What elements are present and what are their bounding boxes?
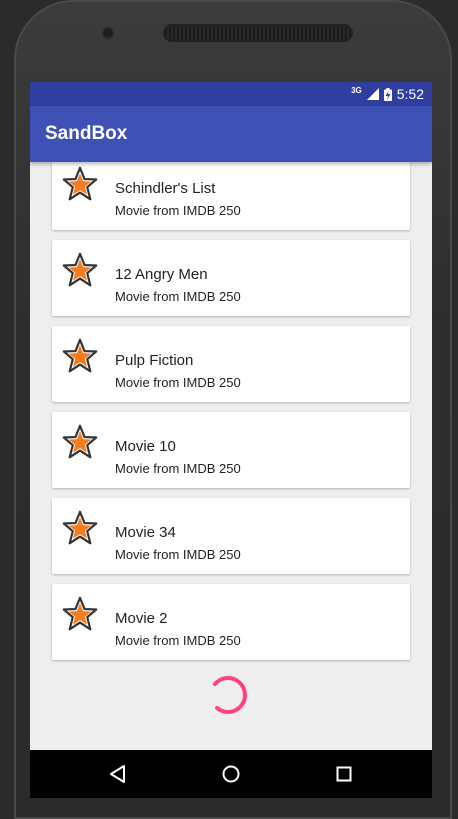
battery-icon bbox=[383, 87, 392, 101]
signal-icon bbox=[366, 88, 379, 100]
status-time: 5:52 bbox=[396, 86, 424, 102]
movie-title: Movie 10 bbox=[115, 438, 176, 455]
star-icon bbox=[62, 596, 98, 631]
list-item[interactable]: 12 Angry Men Movie from IMDB 250 bbox=[52, 240, 410, 316]
movie-title: Movie 34 bbox=[115, 524, 176, 541]
movie-list[interactable]: Schindler's List Movie from IMDB 250 12 … bbox=[30, 154, 432, 750]
movie-title: 12 Angry Men bbox=[115, 266, 208, 283]
status-icons: 3G 5:52 bbox=[351, 85, 424, 103]
navigation-bar bbox=[30, 750, 432, 798]
movie-title: Pulp Fiction bbox=[115, 352, 194, 369]
home-icon[interactable] bbox=[220, 763, 242, 785]
back-icon[interactable] bbox=[107, 763, 129, 785]
status-bar: 3G 5:52 bbox=[30, 82, 432, 106]
list-item[interactable]: Movie 10 Movie from IMDB 250 bbox=[52, 412, 410, 488]
movie-subtitle: Movie from IMDB 250 bbox=[115, 289, 241, 304]
list-item[interactable]: Movie 34 Movie from IMDB 250 bbox=[52, 498, 410, 574]
movie-subtitle: Movie from IMDB 250 bbox=[115, 375, 241, 390]
app-bar: SandBox bbox=[30, 106, 432, 162]
app-title: SandBox bbox=[45, 123, 128, 144]
movie-title: Schindler's List bbox=[115, 180, 216, 197]
star-icon bbox=[62, 424, 98, 459]
star-icon bbox=[62, 252, 98, 287]
movie-title: Movie 2 bbox=[115, 610, 168, 627]
list-item[interactable]: Movie 2 Movie from IMDB 250 bbox=[52, 584, 410, 660]
screen: 3G 5:52 SandBox Schindler's List Movie f… bbox=[30, 82, 432, 798]
movie-subtitle: Movie from IMDB 250 bbox=[115, 633, 241, 648]
recents-icon[interactable] bbox=[333, 763, 355, 785]
front-camera bbox=[103, 28, 113, 38]
movie-subtitle: Movie from IMDB 250 bbox=[115, 547, 241, 562]
network-type-label: 3G bbox=[351, 85, 362, 95]
list-item[interactable]: Pulp Fiction Movie from IMDB 250 bbox=[52, 326, 410, 402]
movie-subtitle: Movie from IMDB 250 bbox=[115, 203, 241, 218]
star-icon bbox=[62, 510, 98, 545]
earpiece-speaker bbox=[165, 26, 351, 40]
list-item[interactable]: Schindler's List Movie from IMDB 250 bbox=[52, 154, 410, 230]
star-icon bbox=[62, 166, 98, 201]
movie-subtitle: Movie from IMDB 250 bbox=[115, 461, 241, 476]
star-icon bbox=[62, 338, 98, 373]
spinner-icon bbox=[209, 676, 247, 714]
